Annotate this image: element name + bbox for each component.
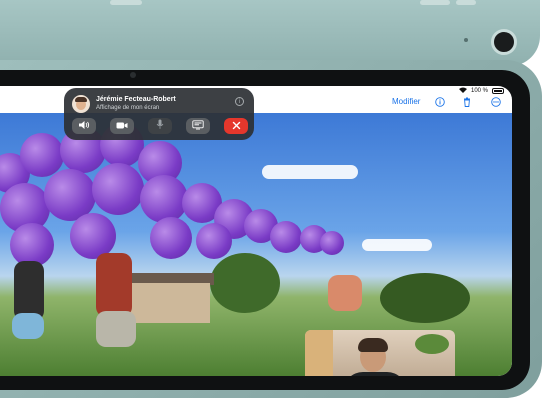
facetime-call-panel[interactable]: Jérémie Fecteau-Robert Affichage de mon …: [64, 88, 254, 140]
child-shorts: [12, 313, 44, 339]
volume-button: [110, 0, 142, 5]
top-button: [420, 0, 450, 5]
microphone: [464, 38, 468, 42]
rear-camera: [491, 29, 517, 55]
tree: [380, 273, 470, 323]
shelf: [305, 330, 333, 376]
plant: [415, 334, 449, 354]
front-camera: [130, 72, 136, 78]
edit-button[interactable]: Modifier: [392, 97, 420, 106]
end-call-button[interactable]: [224, 118, 248, 134]
speaker-button[interactable]: [72, 118, 96, 134]
child: [96, 253, 132, 317]
avatar: [72, 95, 90, 113]
child: [328, 275, 362, 311]
mute-button[interactable]: [148, 118, 172, 134]
balloon: [92, 163, 144, 215]
power-button: [456, 0, 476, 5]
speaker-icon: [78, 117, 90, 135]
balloon: [270, 221, 302, 253]
ipad-scene: 100 % Modifier Jérémie Fecteau-Robert Af…: [0, 0, 544, 404]
child-pants: [96, 311, 136, 347]
balloon: [320, 231, 344, 255]
house: [130, 283, 210, 323]
person-body: [343, 372, 407, 376]
info-icon[interactable]: [434, 96, 446, 108]
balloon: [20, 133, 64, 177]
balloon: [140, 175, 188, 223]
shareplay-button[interactable]: [186, 118, 210, 134]
cloud: [262, 165, 358, 179]
camera-button[interactable]: [110, 118, 134, 134]
balloon: [150, 217, 192, 259]
photo-view[interactable]: [0, 113, 512, 376]
end-call-icon: [232, 117, 241, 135]
ipad-top-edge: [0, 0, 540, 66]
mute-icon: [155, 117, 165, 135]
info-icon[interactable]: i: [235, 97, 244, 106]
caller-name: Jérémie Fecteau-Robert: [96, 96, 176, 103]
trash-icon[interactable]: [461, 96, 473, 108]
child: [14, 261, 44, 321]
person-hair: [358, 338, 388, 352]
cloud: [362, 239, 432, 251]
call-subtitle: Affichage de mon écran: [96, 105, 160, 111]
tree: [210, 253, 280, 313]
balloon: [196, 223, 232, 259]
more-icon[interactable]: [490, 96, 502, 108]
ipad-screen: 100 % Modifier Jérémie Fecteau-Robert Af…: [0, 86, 512, 376]
shareplay-icon: [192, 117, 204, 135]
camera-icon: [116, 117, 128, 135]
facetime-self-view[interactable]: [305, 330, 455, 376]
